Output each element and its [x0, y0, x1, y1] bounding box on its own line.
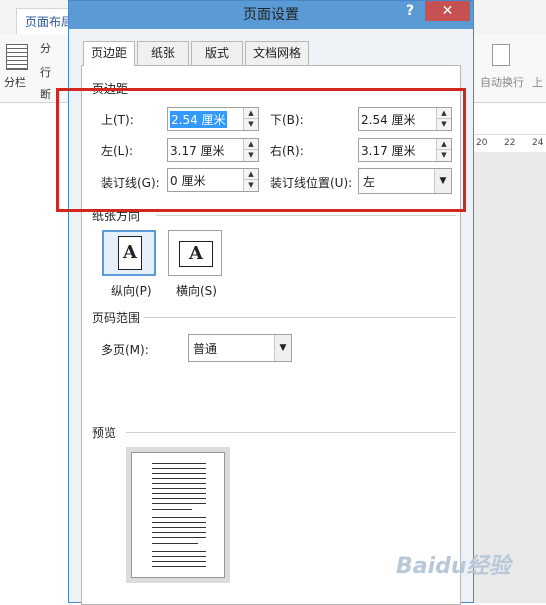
tab-document-grid[interactable]: 文档网格	[245, 41, 309, 65]
preview-text-line	[152, 463, 206, 464]
preview-section-title: 预览	[92, 426, 117, 440]
document-canvas	[470, 152, 546, 603]
preview-text-line	[152, 566, 206, 567]
multiple-pages-select[interactable]: 普通 ▼	[188, 334, 292, 362]
columns-icon	[6, 44, 28, 70]
ruler-number: 24	[532, 138, 544, 148]
preview-text-line	[152, 537, 206, 538]
preview-text-line	[152, 543, 198, 544]
tab-layout[interactable]: 版式	[191, 41, 243, 65]
preview-text-line	[152, 517, 206, 518]
ruler-number: 22	[504, 138, 516, 148]
wrap-text-button-label[interactable]: 自动换行	[480, 74, 524, 90]
preview-text-line	[152, 493, 206, 494]
preview-text-line	[152, 509, 192, 510]
close-icon[interactable]: ✕	[425, 1, 470, 21]
portrait-label[interactable]: 纵向(P)	[111, 282, 152, 299]
portrait-option[interactable]: A	[102, 230, 156, 276]
chevron-down-icon[interactable]: ▼	[274, 335, 291, 361]
small-ribbon-label-3[interactable]: 断	[40, 86, 51, 102]
pages-section-title: 页码范围	[92, 311, 141, 325]
highlight-box	[56, 88, 466, 212]
truncated-ribbon-label[interactable]: 上	[532, 74, 543, 90]
preview-page-sheet	[131, 452, 225, 578]
preview-text-line	[152, 551, 206, 552]
ruler-number: 20	[476, 138, 488, 148]
preview-text-line	[152, 556, 206, 557]
help-icon[interactable]: ?	[406, 3, 414, 19]
horizontal-ruler[interactable]: 20 22 24	[470, 134, 546, 154]
preview-text-line	[152, 478, 206, 479]
columns-button-label[interactable]: 分栏	[4, 74, 26, 90]
orientation-divider	[156, 215, 456, 216]
multiple-pages-value: 普通	[193, 342, 218, 356]
preview-text-line	[152, 483, 206, 484]
watermark: Baidu经验	[396, 554, 511, 579]
small-ribbon-label-1[interactable]: 分	[40, 40, 51, 56]
landscape-option[interactable]: A	[168, 230, 222, 276]
wrap-text-icon	[492, 44, 510, 66]
preview-text-line	[152, 498, 206, 499]
preview-page	[126, 447, 230, 583]
multiple-pages-label: 多页(M):	[101, 343, 149, 357]
preview-text-line	[152, 561, 206, 562]
preview-text-line	[152, 468, 206, 469]
landscape-label[interactable]: 横向(S)	[176, 282, 217, 299]
tab-margins[interactable]: 页边距	[83, 41, 135, 66]
preview-text-line	[152, 522, 206, 523]
ribbon-tab-page-layout[interactable]: 页面布局	[16, 8, 74, 35]
landscape-page-icon: A	[179, 241, 213, 267]
preview-text-line	[152, 527, 206, 528]
preview-text-line	[152, 488, 206, 489]
preview-text-line	[152, 503, 206, 504]
small-ribbon-label-2[interactable]: 行	[40, 64, 51, 80]
tab-paper[interactable]: 纸张	[137, 41, 189, 65]
preview-text-line	[152, 532, 206, 533]
pages-divider	[144, 317, 456, 318]
preview-divider	[126, 432, 456, 433]
preview-text-line	[152, 473, 206, 474]
portrait-page-icon: A	[118, 236, 142, 270]
